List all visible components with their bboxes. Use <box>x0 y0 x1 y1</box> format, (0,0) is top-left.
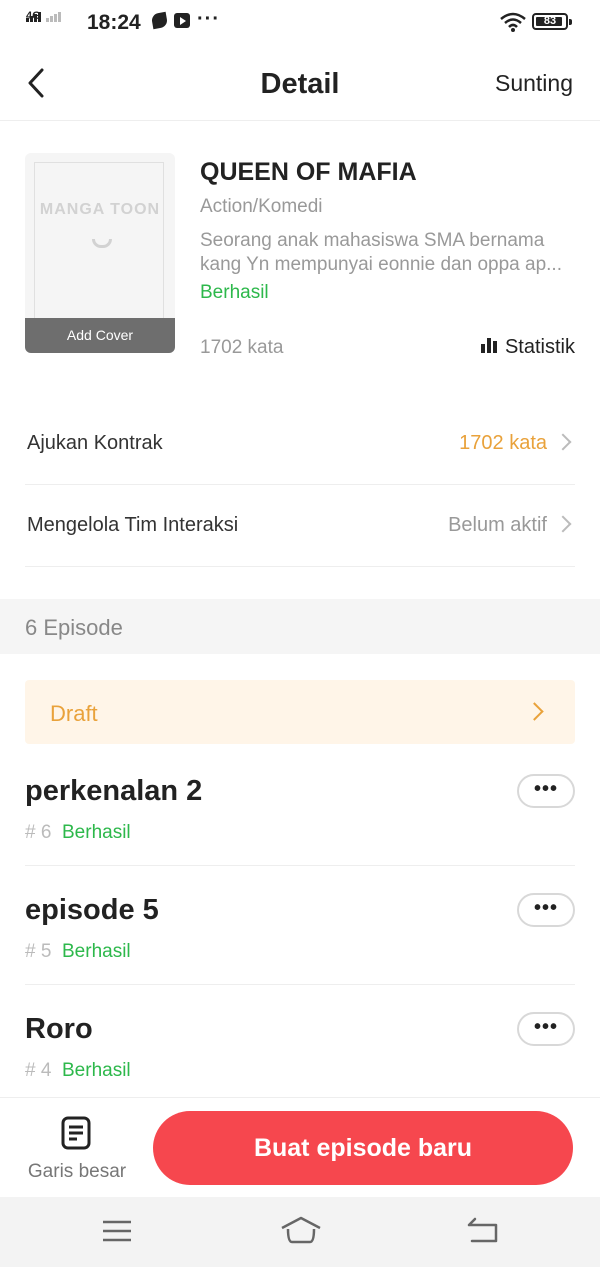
episode-status: Berhasil <box>62 1060 131 1081</box>
bar-chart-icon <box>480 338 497 354</box>
clock: 18:24 <box>87 11 141 34</box>
episode-status: Berhasil <box>62 822 131 843</box>
draft-label: Draft <box>50 701 98 726</box>
status-bar: 4G 18:24 ··· 83 <box>0 0 600 48</box>
book-status: Berhasil <box>200 282 269 303</box>
episode-count: 6 Episode <box>25 615 123 640</box>
battery-level: 83 <box>543 15 557 27</box>
more-notifications-icon: ··· <box>197 8 220 30</box>
episodes-section-header: 6 Episode <box>0 599 600 654</box>
row-label: Ajukan Kontrak <box>27 432 163 454</box>
row-value: 1702 kata <box>459 432 547 454</box>
document-list-icon <box>61 1116 91 1150</box>
chevron-right-icon <box>554 433 572 451</box>
cover-frame <box>34 162 164 342</box>
row-value: Belum aktif <box>448 514 547 536</box>
chevron-right-icon <box>554 515 572 533</box>
episode-title: perkenalan 2 <box>25 775 203 807</box>
episode-item[interactable]: perkenalan 2 # 6 Berhasil ••• <box>25 746 575 866</box>
youtube-icon <box>174 13 190 28</box>
description-line-1: Seorang anak mahasiswa SMA bernama <box>200 230 545 251</box>
draft-row[interactable]: Draft <box>25 680 575 744</box>
description-line-2: kang Yn mempunyai eonnie dan oppa ap... <box>200 254 562 275</box>
wifi-icon <box>500 12 526 32</box>
menu-icon[interactable] <box>102 1219 132 1243</box>
system-nav-bar <box>0 1197 600 1267</box>
leaf-icon <box>150 11 169 30</box>
new-episode-button[interactable]: Buat episode baru <box>153 1111 573 1185</box>
episode-status: Berhasil <box>62 941 131 962</box>
episode-number: # 4 <box>25 1060 52 1081</box>
back-nav-icon[interactable] <box>466 1217 500 1245</box>
row-label: Mengelola Tim Interaksi <box>27 514 239 536</box>
episode-item[interactable]: Roro # 4 Berhasil ••• <box>25 984 575 1103</box>
statistics-label: Statistik <box>504 336 575 358</box>
more-options-button[interactable]: ••• <box>517 1012 575 1046</box>
more-options-button[interactable]: ••• <box>517 774 575 808</box>
episode-item[interactable]: episode 5 # 5 Berhasil ••• <box>25 865 575 985</box>
manage-team-row[interactable]: Mengelola Tim Interaksi Belum aktif <box>25 484 575 567</box>
episode-title: Roro <box>25 1013 93 1045</box>
bottom-action-bar: Garis besar Buat episode baru <box>0 1097 600 1198</box>
add-cover-button[interactable]: Add Cover <box>25 318 175 353</box>
word-count: 1702 kata <box>200 337 284 358</box>
mangatoon-logo: MANGA TOON <box>39 201 161 218</box>
statistics-button[interactable]: Statistik <box>480 336 575 359</box>
book-genre: Action/Komedi <box>200 196 323 217</box>
episode-number: # 6 <box>25 822 52 843</box>
edit-button[interactable]: Sunting <box>495 70 573 97</box>
book-title: QUEEN OF MAFIA <box>200 158 417 186</box>
outline-label: Garis besar <box>27 1161 127 1182</box>
chevron-right-icon <box>525 702 544 721</box>
episode-number: # 5 <box>25 941 52 962</box>
book-cover[interactable]: MANGA TOON Add Cover <box>25 153 175 353</box>
episode-title: episode 5 <box>25 894 159 926</box>
submit-contract-row[interactable]: Ajukan Kontrak 1702 kata <box>25 402 575 485</box>
home-icon[interactable] <box>280 1215 322 1245</box>
more-options-button[interactable]: ••• <box>517 893 575 927</box>
battery-icon: 83 <box>532 13 572 30</box>
app-header: Detail Sunting <box>0 48 600 121</box>
book-description: Seorang anak mahasiswa SMA bernama kang … <box>200 229 576 277</box>
